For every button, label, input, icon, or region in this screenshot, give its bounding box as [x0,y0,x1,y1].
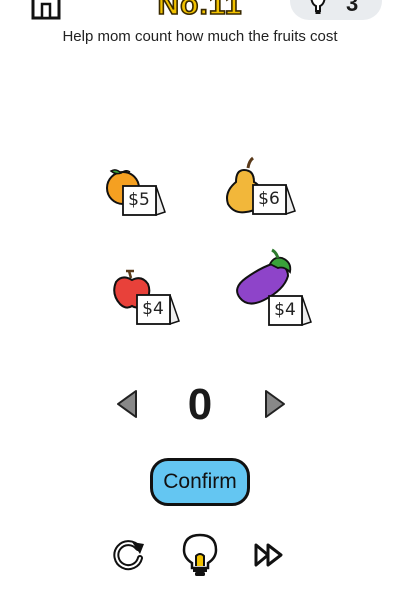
lightbulb-icon [310,0,326,14]
confirm-button[interactable]: Confirm [150,458,250,506]
decrement-button[interactable] [114,388,140,420]
restart-button[interactable] [112,538,146,572]
restart-icon [113,540,144,571]
increment-button[interactable] [262,388,288,420]
price-pear: $6 [258,189,280,209]
lightbulb-icon [182,533,218,576]
fruit-apple[interactable]: $4 [112,268,184,326]
left-arrow-icon [117,390,137,418]
hints-counter[interactable]: 3 [290,0,382,20]
fast-forward-icon [254,543,283,567]
fruit-pear[interactable]: $6 [222,156,298,218]
price-eggplant: $4 [274,300,296,320]
price-tag-eggplant: $4 [268,294,312,328]
right-arrow-icon [265,390,285,418]
count-value: 0 [187,380,213,429]
fruit-orange[interactable]: $5 [104,166,170,220]
fruit-eggplant[interactable]: $4 [234,248,316,328]
price-tag-pear: $6 [252,183,296,217]
hints-count: 3 [346,0,359,16]
hint-button[interactable] [180,532,220,578]
price-apple: $4 [142,299,164,319]
price-tag-orange: $5 [122,184,166,218]
skip-button[interactable] [254,540,284,570]
price-tag-apple: $4 [136,293,180,327]
instruction-text: Help mom count how much the fruits cost [62,28,338,45]
price-orange: $5 [128,190,150,210]
